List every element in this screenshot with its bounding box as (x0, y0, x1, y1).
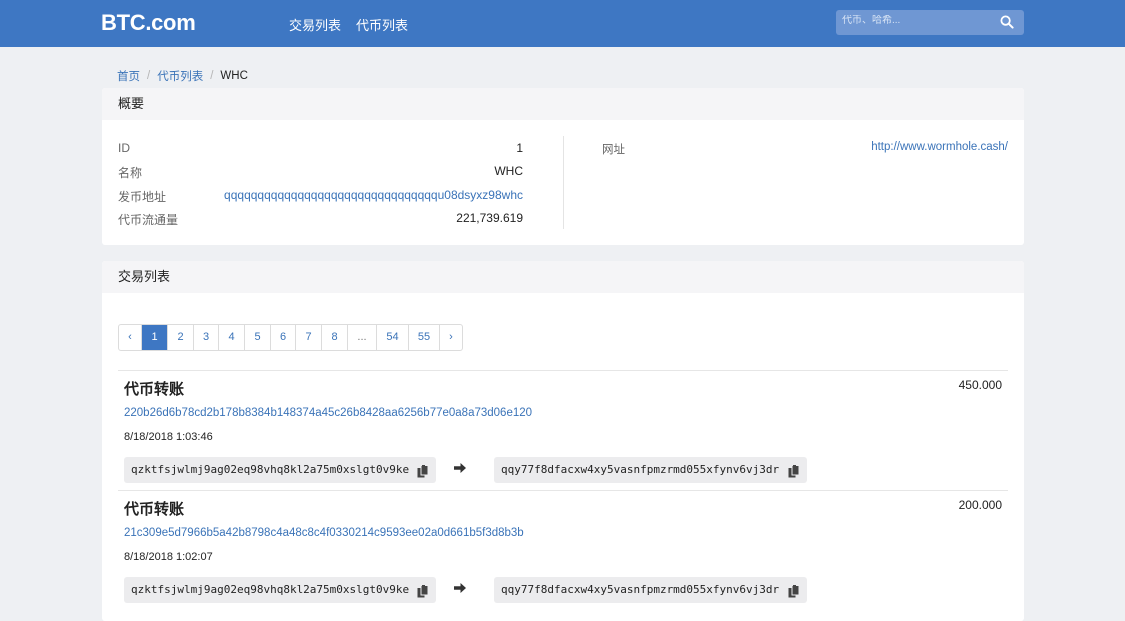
tx-amount: 200.000 (958, 498, 1002, 512)
search-input[interactable] (842, 15, 992, 26)
website-label: 网址 (602, 144, 625, 156)
pagination: ‹ 1 2 3 4 5 6 7 8 ... 54 55 › (118, 324, 463, 351)
transaction-item: 代币转账 200.000 21c309e5d7966b5a42b8798c4a4… (118, 490, 1008, 621)
nav-tokens[interactable]: 代币列表 (356, 15, 408, 34)
top-navbar: BTC.com 交易列表 代币列表 (0, 0, 1125, 47)
page-2[interactable]: 2 (167, 325, 193, 350)
breadcrumb-current: WHC (220, 70, 248, 82)
tx-time: 8/18/2018 1:02:07 (124, 551, 213, 563)
breadcrumb-separator: / (210, 70, 214, 82)
tx-hash-link[interactable]: 220b26d6b78cd2b178b8384b148374a45c26b842… (124, 407, 532, 419)
to-address[interactable]: qqy77f8dfacxw4xy5vasnfpmzrmd055xfynv6vj3… (494, 457, 807, 483)
page-55[interactable]: 55 (408, 325, 439, 350)
tx-type: 代币转账 (124, 501, 185, 518)
id-value: 1 (516, 141, 523, 155)
page-4[interactable]: 4 (218, 325, 244, 350)
page-1[interactable]: 1 (141, 325, 167, 350)
circulation-value: 221,739.619 (456, 211, 523, 225)
tx-time: 8/18/2018 1:03:46 (124, 431, 213, 443)
page-5[interactable]: 5 (244, 325, 270, 350)
overview-card: 概要 ID 1 名称 WHC 发币地址 qqqqqqqqqqqqqqqqqqqq… (102, 88, 1024, 245)
page-54[interactable]: 54 (376, 325, 408, 350)
main-nav: 交易列表 代币列表 (289, 15, 408, 34)
breadcrumb-tokens[interactable]: 代币列表 (157, 68, 203, 84)
page-3[interactable]: 3 (193, 325, 218, 350)
column-divider (563, 136, 564, 229)
from-address[interactable]: qzktfsjwlmj9ag02eq98vhq8kl2a75m0xslgt0v9… (124, 577, 436, 603)
logo[interactable]: BTC.com (101, 10, 196, 36)
copy-icon[interactable] (788, 583, 800, 598)
circulation-label: 代币流通量 (118, 213, 179, 227)
to-address-text[interactable]: qqy77f8dfacxw4xy5vasnfpmzrmd055xfynv6vj3… (501, 583, 779, 596)
id-label: ID (118, 141, 130, 155)
transactions-title: 交易列表 (102, 261, 1024, 293)
tx-type: 代币转账 (124, 381, 185, 398)
copy-icon[interactable] (417, 463, 429, 478)
overview-title: 概要 (102, 88, 1024, 120)
website-link[interactable]: http://www.wormhole.cash/ (871, 141, 1008, 153)
issuer-address-link[interactable]: qqqqqqqqqqqqqqqqqqqqqqqqqqqqqqqqu08dsyxz… (224, 188, 523, 202)
tx-amount: 450.000 (958, 378, 1002, 392)
transaction-item: 代币转账 450.000 220b26d6b78cd2b178b8384b148… (118, 370, 1008, 490)
breadcrumb-separator: / (147, 70, 151, 82)
page-6[interactable]: 6 (270, 325, 295, 350)
page-ellipsis: ... (347, 325, 376, 350)
from-address-text[interactable]: qzktfsjwlmj9ag02eq98vhq8kl2a75m0xslgt0v9… (131, 463, 409, 476)
from-address[interactable]: qzktfsjwlmj9ag02eq98vhq8kl2a75m0xslgt0v9… (124, 457, 436, 483)
from-address-text[interactable]: qzktfsjwlmj9ag02eq98vhq8kl2a75m0xslgt0v9… (131, 583, 409, 596)
to-address[interactable]: qqy77f8dfacxw4xy5vasnfpmzrmd055xfynv6vj3… (494, 577, 807, 603)
breadcrumb-home[interactable]: 首页 (117, 68, 140, 84)
search-icon[interactable] (1000, 15, 1014, 29)
issuer-address-label: 发币地址 (118, 190, 167, 204)
search-box (836, 10, 1024, 35)
page-next[interactable]: › (439, 325, 462, 350)
arrow-right-icon (453, 581, 467, 595)
page-8[interactable]: 8 (321, 325, 347, 350)
copy-icon[interactable] (788, 463, 800, 478)
tx-hash-link[interactable]: 21c309e5d7966b5a42b8798c4a48c8c4f0330214… (124, 527, 524, 539)
transactions-card: 交易列表 ‹ 1 2 3 4 5 6 7 8 ... 54 55 › 代币转账 … (102, 261, 1024, 621)
name-value: WHC (494, 164, 523, 178)
copy-icon[interactable] (417, 583, 429, 598)
page-7[interactable]: 7 (295, 325, 321, 350)
nav-transactions[interactable]: 交易列表 (289, 15, 341, 34)
breadcrumb: 首页 / 代币列表 / WHC (117, 68, 248, 84)
name-label: 名称 (118, 166, 143, 180)
to-address-text[interactable]: qqy77f8dfacxw4xy5vasnfpmzrmd055xfynv6vj3… (501, 463, 779, 476)
page-prev[interactable]: ‹ (119, 325, 141, 350)
arrow-right-icon (453, 461, 467, 475)
